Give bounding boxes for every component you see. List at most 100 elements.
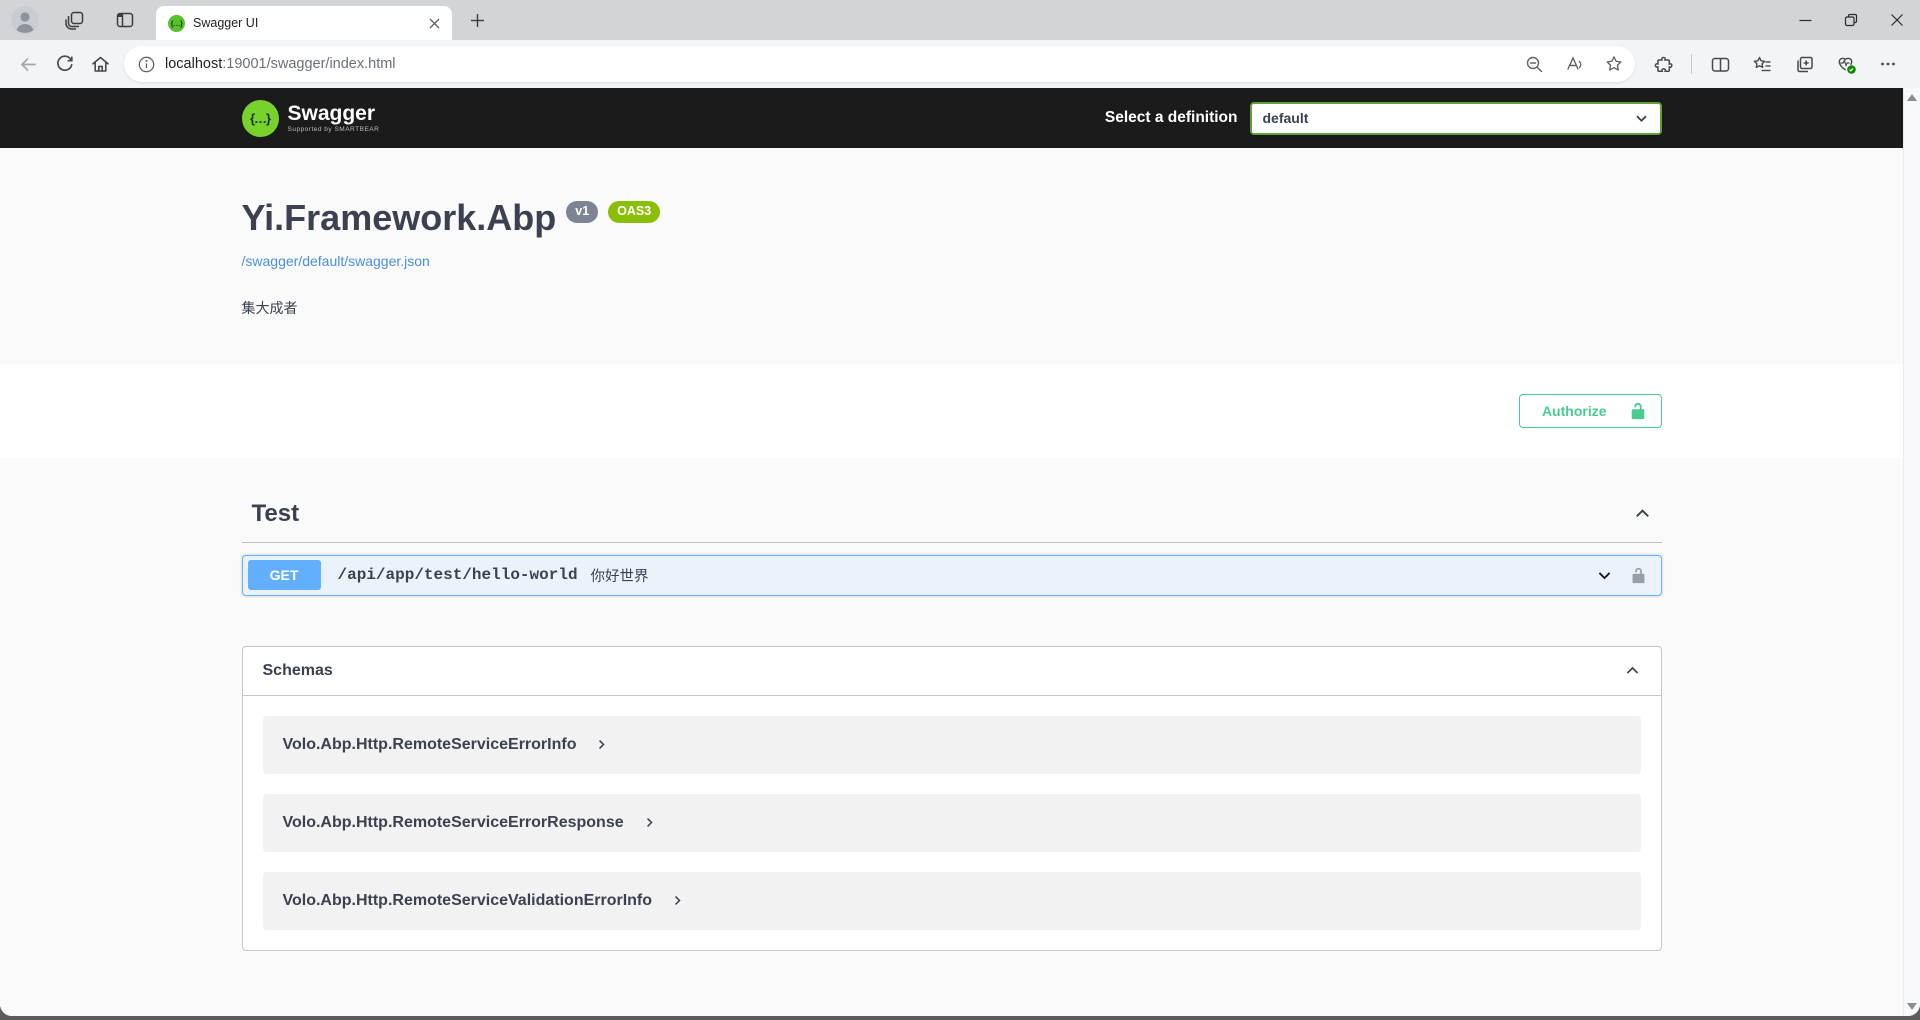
api-title: Yi.Framework.Abp bbox=[242, 198, 557, 238]
browser-essentials-button[interactable] bbox=[1828, 46, 1864, 82]
minimize-button[interactable] bbox=[1782, 0, 1828, 40]
scroll-down-arrow-icon[interactable] bbox=[1907, 1003, 1917, 1010]
tab-strip: {…} Swagger UI bbox=[0, 0, 1920, 40]
version-badge: v1 bbox=[566, 201, 598, 223]
oas3-badge: OAS3 bbox=[608, 201, 660, 223]
schema-row-remote-service-validation-error-info[interactable]: Volo.Abp.Http.RemoteServiceValidationErr… bbox=[263, 872, 1641, 930]
window-controls bbox=[1782, 0, 1920, 40]
scroll-up-arrow-icon[interactable] bbox=[1907, 94, 1917, 101]
browser-window: {…} Swagger UI bbox=[0, 0, 1920, 1016]
spec-json-link[interactable]: /swagger/default/swagger.json bbox=[242, 253, 430, 269]
operation-summary: 你好世界 bbox=[591, 565, 649, 586]
address-bar[interactable]: localhost:19001/swagger/index.html bbox=[124, 46, 1635, 82]
workspaces-button[interactable] bbox=[58, 3, 92, 37]
selected-definition: default bbox=[1263, 110, 1309, 126]
schemas-header[interactable]: Schemas bbox=[243, 647, 1661, 696]
chevron-right-icon bbox=[595, 738, 608, 751]
chevron-right-icon bbox=[671, 894, 684, 907]
chevron-right-icon bbox=[643, 816, 656, 829]
favorites-list-icon bbox=[1752, 54, 1773, 75]
tabstrip-left-icons bbox=[0, 3, 156, 37]
read-aloud-icon bbox=[1564, 54, 1584, 74]
swagger-logo[interactable]: {…} Swagger Supported by SMARTBEAR bbox=[242, 100, 380, 137]
zoom-out-button[interactable] bbox=[1519, 49, 1549, 79]
home-icon bbox=[90, 54, 111, 75]
workspaces-icon bbox=[64, 9, 86, 31]
operation-get-hello-world[interactable]: GET /api/app/test/hello-world 你好世界 bbox=[242, 555, 1662, 596]
swagger-logo-icon: {…} bbox=[242, 100, 279, 137]
tab-actions-button[interactable] bbox=[108, 3, 142, 37]
extensions-button[interactable] bbox=[1645, 46, 1681, 82]
favorites-bar-button[interactable] bbox=[1744, 46, 1780, 82]
schema-row-remote-service-error-info[interactable]: Volo.Abp.Http.RemoteServiceErrorInfo bbox=[263, 716, 1641, 774]
minimize-icon bbox=[1798, 13, 1813, 28]
back-arrow-icon bbox=[18, 54, 39, 75]
chevron-up-icon[interactable] bbox=[1624, 662, 1641, 679]
plus-icon bbox=[470, 13, 485, 28]
definition-select[interactable]: default bbox=[1250, 102, 1662, 135]
schema-row-remote-service-error-response[interactable]: Volo.Abp.Http.RemoteServiceErrorResponse bbox=[263, 794, 1641, 852]
tag-title: Test bbox=[252, 500, 300, 528]
tab-title: Swagger UI bbox=[193, 16, 416, 30]
operation-path: /api/app/test/hello-world bbox=[338, 566, 578, 584]
refresh-button[interactable] bbox=[46, 46, 82, 82]
settings-more-button[interactable] bbox=[1870, 46, 1906, 82]
api-main: Test GET /api/app/test/hello-world 你好世界 bbox=[0, 458, 1903, 951]
split-screen-button[interactable] bbox=[1702, 46, 1738, 82]
chevron-down-icon bbox=[1634, 111, 1649, 126]
close-icon bbox=[1890, 13, 1904, 27]
swagger-wordmark: Swagger bbox=[288, 103, 380, 125]
schemas-section: Schemas Volo.Abp.Http.RemoteServiceError… bbox=[242, 646, 1662, 951]
scheme-container: Authorize bbox=[0, 364, 1903, 458]
favorite-star-button[interactable] bbox=[1599, 49, 1629, 79]
browser-toolbar: localhost:19001/swagger/index.html bbox=[0, 40, 1920, 88]
definition-select-group: Select a definition default bbox=[1105, 102, 1662, 135]
home-button[interactable] bbox=[82, 46, 118, 82]
restore-button[interactable] bbox=[1828, 0, 1874, 40]
toolbar-right-icons bbox=[1641, 46, 1910, 82]
profile-avatar[interactable] bbox=[8, 3, 42, 37]
collections-button[interactable] bbox=[1786, 46, 1822, 82]
schema-name: Volo.Abp.Http.RemoteServiceErrorResponse bbox=[283, 814, 624, 832]
magnifier-minus-icon bbox=[1525, 55, 1544, 74]
browser-tab[interactable]: {…} Swagger UI bbox=[156, 6, 452, 40]
schema-name: Volo.Abp.Http.RemoteServiceValidationErr… bbox=[283, 892, 653, 910]
close-icon bbox=[429, 18, 440, 29]
select-definition-label: Select a definition bbox=[1105, 109, 1238, 127]
tab-favicon-icon: {…} bbox=[168, 15, 185, 32]
url-path: :19001/swagger/index.html bbox=[222, 56, 395, 72]
refresh-icon bbox=[54, 54, 75, 75]
read-aloud-button[interactable] bbox=[1559, 49, 1589, 79]
split-screen-icon bbox=[1710, 54, 1731, 75]
unlocked-padlock-icon bbox=[1629, 402, 1647, 420]
tab-close-button[interactable] bbox=[424, 13, 444, 33]
method-badge: GET bbox=[248, 560, 321, 590]
close-window-button[interactable] bbox=[1874, 0, 1920, 40]
browser-essentials-icon bbox=[1835, 53, 1857, 75]
extensions-puzzle-icon bbox=[1653, 54, 1674, 75]
profile-avatar-icon bbox=[10, 5, 40, 35]
vertical-scrollbar[interactable] bbox=[1903, 88, 1920, 1016]
tag-section-header[interactable]: Test bbox=[242, 490, 1662, 543]
url-host: localhost bbox=[165, 56, 222, 72]
api-info-section: Yi.Framework.Abp v1 OAS3 /swagger/defaul… bbox=[0, 148, 1903, 364]
viewport: {…} Swagger Supported by SMARTBEAR Selec… bbox=[0, 88, 1920, 1016]
restore-icon bbox=[1843, 12, 1859, 28]
toolbar-separator bbox=[1691, 54, 1692, 74]
star-icon bbox=[1604, 54, 1624, 74]
back-button[interactable] bbox=[10, 46, 46, 82]
chevron-up-icon[interactable] bbox=[1633, 504, 1652, 523]
api-title-row: Yi.Framework.Abp v1 OAS3 bbox=[242, 198, 1662, 238]
chevron-down-icon[interactable] bbox=[1596, 567, 1613, 584]
api-description: 集大成者 bbox=[242, 298, 1662, 318]
authorize-button[interactable]: Authorize bbox=[1519, 394, 1662, 428]
schemas-title: Schemas bbox=[263, 662, 333, 680]
site-info-icon[interactable] bbox=[138, 56, 155, 73]
authorize-label: Authorize bbox=[1542, 403, 1607, 419]
new-tab-button[interactable] bbox=[462, 5, 492, 35]
swagger-page: {…} Swagger Supported by SMARTBEAR Selec… bbox=[0, 88, 1903, 1016]
url-text[interactable]: localhost:19001/swagger/index.html bbox=[165, 56, 1509, 72]
unlocked-padlock-icon[interactable] bbox=[1630, 567, 1647, 584]
schema-name: Volo.Abp.Http.RemoteServiceErrorInfo bbox=[283, 736, 577, 754]
swagger-topbar: {…} Swagger Supported by SMARTBEAR Selec… bbox=[0, 88, 1903, 148]
